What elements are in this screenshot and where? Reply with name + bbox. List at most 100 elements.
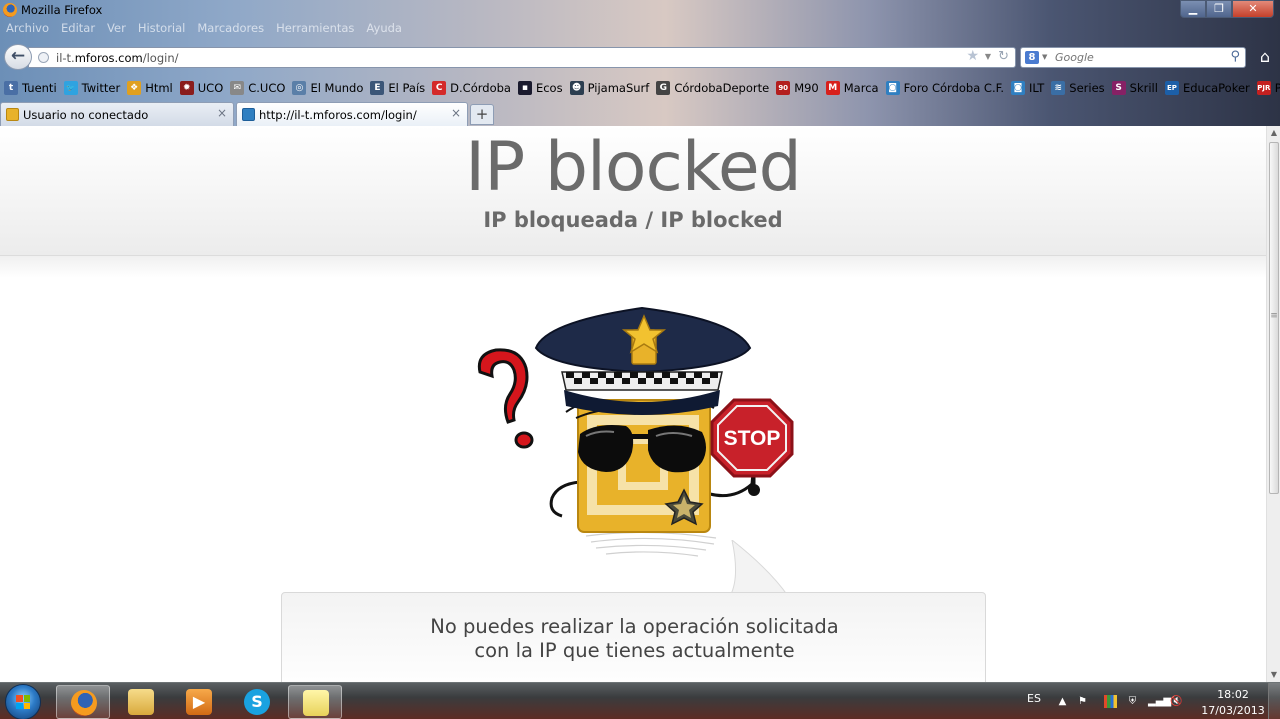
- maximize-button[interactable]: ❐: [1206, 0, 1232, 18]
- bookmark-label: D.Córdoba: [450, 81, 511, 95]
- volume-muted-icon[interactable]: 🔇: [1170, 695, 1183, 708]
- url-path: /login/: [142, 51, 179, 65]
- bookmark-tuenti[interactable]: t Tuenti: [4, 81, 57, 95]
- tab-usuario-no-conectado[interactable]: Usuario no conectado ×: [0, 102, 234, 126]
- bookmark-skrill[interactable]: S Skrill: [1111, 81, 1158, 95]
- url-bar[interactable]: il-t.mforos.com/login/ ★ ▼ ↻: [28, 47, 1016, 68]
- bookmark-favicon-icon: ◎: [292, 81, 307, 95]
- bookmark-label: Marca: [843, 81, 879, 95]
- tab-close-icon[interactable]: ×: [217, 106, 227, 120]
- app-tray-icon[interactable]: [1104, 695, 1117, 708]
- shadow-scribble: [585, 531, 717, 557]
- bookmark-label: Twitter: [81, 81, 121, 95]
- menu-editar[interactable]: Editar: [61, 21, 95, 39]
- bookmark-el-mundo[interactable]: ◎ El Mundo: [292, 81, 363, 95]
- taskbar-media-player[interactable]: ▶: [172, 685, 226, 719]
- bookmark-c-uco[interactable]: ✉ C.UCO: [230, 81, 285, 95]
- bookmark-uco[interactable]: ✹ UCO: [179, 81, 224, 95]
- search-input[interactable]: [1055, 50, 1220, 65]
- bookmark-el-pa-s[interactable]: E El País: [370, 81, 425, 95]
- bookmark-label: El Mundo: [310, 81, 364, 95]
- language-indicator[interactable]: ES: [1027, 692, 1041, 705]
- bookmark-label: UCO: [197, 81, 224, 95]
- bookmark-m90[interactable]: 90 M90: [776, 81, 819, 95]
- start-button[interactable]: [5, 684, 41, 719]
- search-icon[interactable]: ⚲: [1230, 49, 1240, 64]
- bookmark-d-c-rdoba[interactable]: C D.Córdoba: [432, 81, 511, 95]
- bookmark-pijamasurf[interactable]: ☻ PijamaSurf: [569, 81, 650, 95]
- url-prefix: il-t.: [56, 51, 75, 65]
- bookmark-favicon-icon: 🐦: [63, 81, 78, 95]
- bookmark-favicon-icon: ≋: [1051, 81, 1066, 95]
- bookmark-educapoker[interactable]: EP EducaPoker: [1164, 81, 1250, 95]
- menu-marcadores[interactable]: Marcadores: [197, 21, 264, 39]
- question-mark-icon: [477, 348, 534, 449]
- window-controls: ▁ ❐ ✕: [1180, 0, 1274, 18]
- taskbar-sticky-notes[interactable]: [288, 685, 342, 719]
- bookmark-ilt[interactable]: ◙ ILT: [1011, 81, 1044, 95]
- google-engine-icon[interactable]: 8: [1025, 51, 1039, 64]
- bookmark-label: PijamaSurf: [587, 81, 650, 95]
- scroll-up-arrow-icon[interactable]: ▲: [1267, 126, 1280, 140]
- network-signal-icon[interactable]: ▂▄▆: [1148, 695, 1171, 708]
- bookmark-favicon-icon: PJR: [1256, 81, 1271, 95]
- search-engine-dropdown-icon[interactable]: ▼: [1042, 53, 1047, 61]
- show-hidden-icons-icon[interactable]: ▲: [1056, 695, 1069, 708]
- scroll-down-arrow-icon[interactable]: ▼: [1267, 668, 1280, 682]
- bookmark-favicon-icon: ✉: [230, 81, 245, 95]
- bookmark-label: Series: [1069, 81, 1105, 95]
- menu-archivo[interactable]: Archivo: [6, 21, 49, 39]
- clock-time[interactable]: 18:02: [1196, 688, 1270, 701]
- action-center-flag-icon[interactable]: ⚑: [1076, 695, 1089, 708]
- stop-sign-icon: STOP: [710, 398, 794, 490]
- bookmark-label: Html: [145, 81, 173, 95]
- new-tab-button[interactable]: +: [470, 104, 494, 125]
- police-mascot-illustration: STOP: [477, 306, 794, 557]
- home-icon[interactable]: ⌂: [1254, 46, 1276, 68]
- window-title: Mozilla Firefox: [21, 3, 103, 17]
- reload-icon[interactable]: ↻: [998, 49, 1009, 64]
- minimize-button[interactable]: ▁: [1180, 0, 1206, 18]
- menu-historial[interactable]: Historial: [138, 21, 186, 39]
- page-content: IP blocked IP bloqueada / IP blocked STO…: [0, 126, 1266, 682]
- site-identity-icon[interactable]: [38, 52, 49, 63]
- tab-close-icon[interactable]: ×: [451, 106, 461, 120]
- vertical-scrollbar[interactable]: ▲ ▼: [1266, 126, 1280, 682]
- bookmark-foro-c-rdoba-c-f-[interactable]: ◙ Foro Córdoba C.F.: [885, 81, 1004, 95]
- firefox-icon[interactable]: [3, 3, 17, 17]
- page-header: IP blocked IP bloqueada / IP blocked: [0, 126, 1266, 278]
- bookmark-label: Skrill: [1129, 81, 1158, 95]
- bookmark-c-rdobadeporte[interactable]: G CórdobaDeporte: [656, 81, 769, 95]
- bookmark-ecos[interactable]: ▪ Ecos: [517, 81, 563, 95]
- sticky-notes-icon: [303, 690, 329, 716]
- bookmark-pjr[interactable]: PJRPJR: [1256, 81, 1280, 95]
- bookmark-label: CórdobaDeporte: [674, 81, 770, 95]
- bookmark-star-icon[interactable]: ★: [966, 48, 979, 64]
- title-bar: Mozilla Firefox ▁ ❐ ✕: [0, 0, 1280, 20]
- bookmark-label: El País: [388, 81, 426, 95]
- bookmark-series[interactable]: ≋ Series: [1051, 81, 1105, 95]
- bookmarks-toolbar: t Tuenti 🐦 Twitter ❖ Html ✹ UCO ✉ C.UCO ◎ El Mundo E…: [0, 77, 1280, 99]
- search-bar[interactable]: 8 ▼ ⚲: [1020, 47, 1246, 68]
- url-text[interactable]: il-t.mforos.com/login/: [56, 51, 179, 65]
- menu-ayuda[interactable]: Ayuda: [366, 21, 402, 39]
- close-window-button[interactable]: ✕: [1232, 0, 1274, 18]
- back-button[interactable]: ←: [4, 44, 32, 70]
- menu-ver[interactable]: Ver: [107, 21, 126, 39]
- tab-login[interactable]: http://il-t.mforos.com/login/ ×: [236, 102, 468, 126]
- taskbar-firefox[interactable]: [56, 685, 110, 719]
- bookmark-favicon-icon: G: [656, 81, 671, 95]
- show-desktop-button[interactable]: [1268, 683, 1280, 719]
- bookmark-favicon-icon: E: [370, 81, 385, 95]
- tray-app-icon[interactable]: ⛨: [1126, 695, 1139, 708]
- history-dropdown-icon[interactable]: ▼: [985, 52, 991, 61]
- bookmark-marca[interactable]: M Marca: [825, 81, 879, 95]
- taskbar-skype[interactable]: S: [230, 685, 284, 719]
- menu-herramientas[interactable]: Herramientas: [276, 21, 354, 39]
- stop-sign-label: STOP: [724, 427, 781, 450]
- scroll-thumb[interactable]: [1269, 142, 1279, 494]
- clock-date[interactable]: 17/03/2013: [1196, 704, 1270, 717]
- bookmark-html[interactable]: ❖ Html: [127, 81, 173, 95]
- bookmark-twitter[interactable]: 🐦 Twitter: [63, 81, 121, 95]
- taskbar-explorer[interactable]: [114, 685, 168, 719]
